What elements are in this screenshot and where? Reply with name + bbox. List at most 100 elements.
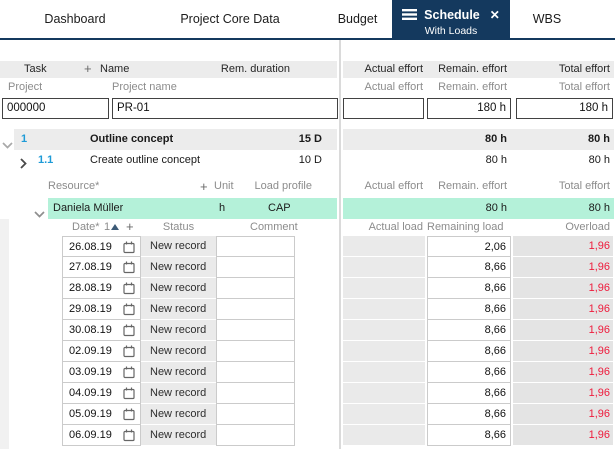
remaining-load-cell[interactable]: 8,66 [427, 299, 511, 320]
actual-load-cell [343, 236, 425, 257]
remaining-load-cell[interactable]: 8,66 [427, 320, 511, 341]
date-cell[interactable]: 28.08.19 [62, 278, 141, 299]
comment-cell[interactable] [216, 425, 295, 446]
actual-load-cell [343, 278, 425, 299]
status-cell: New record [141, 404, 216, 425]
tab-wbs[interactable]: WBS [512, 0, 582, 38]
project-name-field[interactable]: PR-01 [112, 98, 338, 119]
date-cell[interactable]: 29.08.19 [62, 299, 141, 320]
comment-cell[interactable] [216, 341, 295, 362]
tab-dashboard[interactable]: Dashboard [10, 0, 140, 38]
col-project-name: Project name [112, 81, 177, 93]
remaining-load-cell[interactable]: 8,66 [427, 278, 511, 299]
col-status: Status [162, 221, 195, 233]
tab-project-core-data[interactable]: Project Core Data [150, 0, 310, 38]
col-actual-effort-sub: Actual effort [364, 81, 424, 93]
comment-cell[interactable] [216, 320, 295, 341]
schedule-with-loads-screen: Dashboard Project Core Data Budget WBS S… [0, 0, 615, 449]
remaining-load-cell[interactable]: 2,06 [427, 236, 511, 257]
date-cell[interactable]: 05.09.19 [62, 404, 141, 425]
actual-load-cell [343, 299, 425, 320]
load-row: 26.08.19 New record 2,06 1,96 [0, 236, 615, 257]
date-cell[interactable]: 06.09.19 [62, 425, 141, 446]
status-cell: New record [141, 383, 216, 404]
task-number: 1 [21, 133, 28, 145]
col-name: Name [100, 63, 130, 75]
col-actual-effort: Actual effort [364, 63, 424, 75]
load-row: 30.08.19 New record 8,66 1,96 [0, 320, 615, 341]
overload-cell: 1,96 [513, 383, 613, 404]
comment-cell[interactable] [216, 236, 295, 257]
col-comment: Comment [250, 221, 298, 233]
comment-cell[interactable] [216, 404, 295, 425]
remaining-load-cell[interactable]: 8,66 [427, 383, 511, 404]
plus-icon[interactable]: + [200, 179, 208, 194]
date-cell[interactable]: 04.09.19 [62, 383, 141, 404]
date-cell[interactable]: 27.08.19 [62, 257, 141, 278]
overload-cell: 1,96 [513, 362, 613, 383]
status-cell: New record [141, 362, 216, 383]
resource-row[interactable]: Daniela Müller h CAP 80 h 80 h [0, 198, 615, 219]
actual-load-cell [343, 425, 425, 446]
col-remain-effort: Remain. effort [438, 63, 507, 75]
comment-cell[interactable] [216, 278, 295, 299]
task-number: 1.1 [38, 154, 54, 166]
project-total-effort-field[interactable]: 180 h [516, 98, 613, 119]
tab-schedule[interactable]: Schedule ✕ With Loads [392, 0, 510, 40]
comment-cell[interactable] [216, 383, 295, 404]
project-remain-effort-field[interactable]: 180 h [427, 98, 511, 119]
remaining-load-cell[interactable]: 8,66 [427, 341, 511, 362]
col-actual-effort: Actual effort [364, 180, 424, 192]
overload-cell: 1,96 [513, 236, 613, 257]
calendar-icon[interactable] [123, 429, 135, 449]
col-remaining-load: Remaining load [427, 221, 504, 233]
overload-cell: 1,96 [513, 257, 613, 278]
date-cell[interactable]: 02.09.19 [62, 341, 141, 362]
date-cell[interactable]: 30.08.19 [62, 320, 141, 341]
task-table-header: Task + Name Rem. duration Actual effort … [0, 61, 615, 78]
overload-cell: 1,96 [513, 341, 613, 362]
plus-icon[interactable]: + [126, 219, 134, 235]
status-cell: New record [141, 425, 216, 446]
status-cell: New record [141, 278, 216, 299]
comment-cell[interactable] [216, 299, 295, 320]
actual-load-cell [343, 320, 425, 341]
task-row-1[interactable]: 1 Outline concept 15 D 80 h 80 h [0, 129, 615, 150]
date-cell[interactable]: 26.08.19 [62, 236, 141, 257]
col-actual-load: Actual load [368, 221, 423, 233]
load-row: 27.08.19 New record 8,66 1,96 [0, 257, 615, 278]
menu-icon[interactable] [402, 9, 418, 20]
comment-cell[interactable] [216, 362, 295, 383]
load-row: 29.08.19 New record 8,66 1,96 [0, 299, 615, 320]
comment-cell[interactable] [216, 257, 295, 278]
actual-load-cell [343, 341, 425, 362]
plus-icon[interactable]: + [84, 61, 92, 77]
task-row-1-1[interactable]: 1.1 Create outline concept 10 D 80 h 80 … [0, 150, 615, 171]
overload-cell: 1,96 [513, 278, 613, 299]
task-name: Create outline concept [90, 154, 201, 166]
date-cell[interactable]: 03.09.19 [62, 362, 141, 383]
project-actual-effort-field[interactable] [343, 98, 424, 119]
resource-remain-effort: 80 h [485, 202, 507, 214]
col-task: Task [24, 63, 47, 75]
actual-load-cell [343, 257, 425, 278]
overload-cell: 1,96 [513, 320, 613, 341]
remaining-load-cell[interactable]: 8,66 [427, 425, 511, 446]
sort-ascending-icon[interactable]: 1 [104, 219, 120, 236]
overload-cell: 1,96 [513, 425, 613, 446]
tab-budget[interactable]: Budget [315, 0, 400, 38]
remaining-load-cell[interactable]: 8,66 [427, 404, 511, 425]
load-row: 04.09.19 New record 8,66 1,96 [0, 383, 615, 404]
task-remain-effort: 80 h [484, 133, 507, 145]
col-total-effort: Total effort [558, 63, 610, 75]
remaining-load-cell[interactable]: 8,66 [427, 362, 511, 383]
remaining-load-cell[interactable]: 8,66 [427, 257, 511, 278]
status-cell: New record [141, 341, 216, 362]
task-total-effort: 80 h [588, 154, 610, 166]
overload-cell: 1,96 [513, 404, 613, 425]
task-rem-duration: 10 D [298, 154, 322, 166]
resource-unit: h [218, 202, 226, 214]
resource-load-profile: CAP [268, 202, 291, 214]
close-icon[interactable]: ✕ [490, 8, 500, 22]
project-number-field[interactable]: 000000 [2, 98, 109, 119]
